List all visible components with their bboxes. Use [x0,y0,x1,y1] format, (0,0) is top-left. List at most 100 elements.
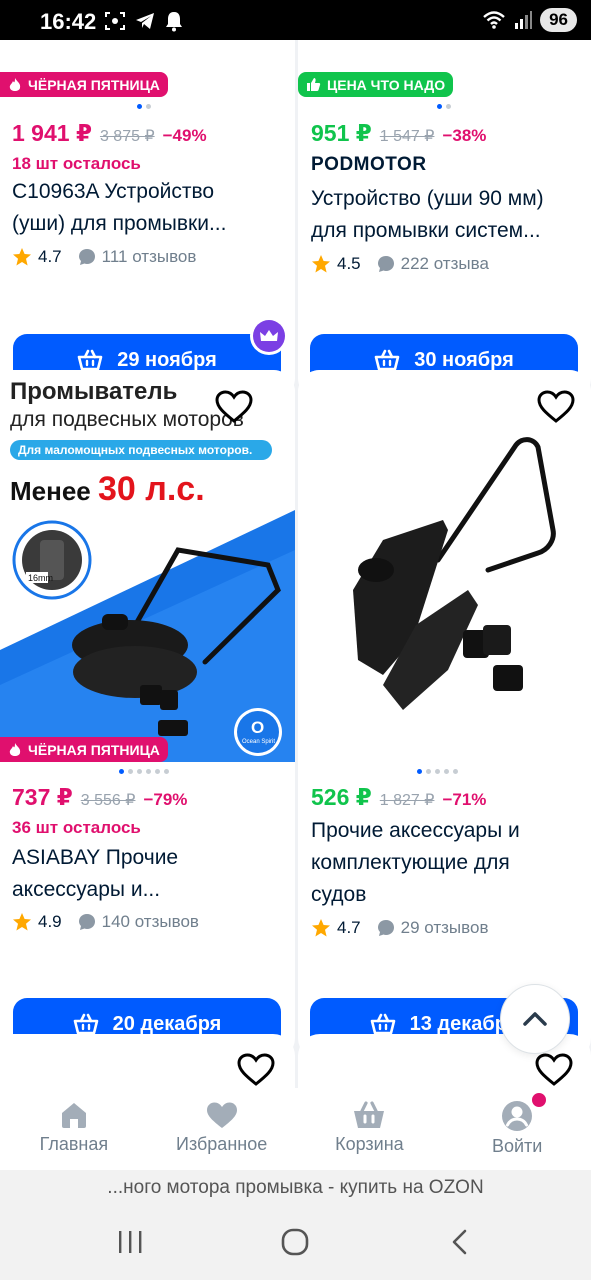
favorite-heart-icon[interactable] [536,387,576,427]
product-title[interactable]: Прочие аксессуары и комплектующие для су… [311,815,520,911]
nav-home[interactable]: Главная [0,1088,148,1170]
price-row: 1 941 ₽ 3 875 ₽ −49% [12,120,207,147]
badge-label: ЧЁРНАЯ ПЯТНИЦА [28,741,160,758]
nav-login[interactable]: Войти [443,1088,591,1170]
comment-icon [377,256,394,272]
price-row: 951 ₽ 1 547 ₽ −38% [311,120,486,147]
delivery-date: 30 ноября [414,348,514,371]
discount-label: −79% [143,790,188,809]
star-icon [312,919,330,937]
premium-crown-badge [250,317,288,355]
rating-row: 4.9 140 отзывов [12,912,199,932]
title-line: C10963A Устройство [12,180,215,203]
discount-label: −49% [162,126,207,145]
title-line: для промывки систем... [311,219,541,242]
image-dots [437,104,451,109]
product-title[interactable]: ASIABAY Прочие аксессуары и... [12,842,178,906]
product-card[interactable] [0,1034,295,1088]
nav-label: Войти [491,1136,543,1156]
star-icon [13,248,31,266]
bottom-navigation: Главная Избранное Корзина Войти [0,1088,591,1170]
product-card[interactable]: Промыватель для подвесных моторов Для ма… [0,370,295,1060]
promo-size: 16mm [28,573,53,583]
promo-subtitle: для подвесных моторов [10,408,244,431]
recent-apps-button[interactable] [115,1228,145,1261]
signal-icon [515,11,533,29]
crown-icon [260,330,278,341]
star-icon [312,255,330,273]
back-icon [452,1229,467,1255]
rating-row: 4.5 222 отзыва [311,254,489,274]
cart-icon [354,1101,385,1128]
product-title[interactable]: Устройство (уши 90 мм) для промывки сист… [311,183,544,247]
old-price: 3 556 ₽ [80,792,136,809]
image-dots [417,769,458,774]
product-title[interactable]: C10963A Устройство (уши) для промывки... [12,176,226,240]
title-line: аксессуары и... [12,878,161,901]
product-card[interactable]: ЧЁРНАЯ ПЯТНИЦА 1 941 ₽ 3 875 ₽ −49% 18 ш… [0,40,295,400]
nav-label: Корзина [335,1134,404,1154]
screenshot-icon [105,12,125,30]
current-price: 737 ₽ [12,784,73,810]
favorite-heart-icon[interactable] [534,1050,574,1088]
promo-power: Менее 30 л.с. [10,470,205,509]
rating-value: 4.9 [38,912,62,931]
promo-graphic: 16mm O Ocean Spirit [0,510,295,762]
cart-icon [77,349,103,371]
status-time: 16:42 [40,9,97,34]
system-navigation [0,1206,591,1280]
heart-icon [206,1102,237,1128]
wifi-icon [483,11,505,29]
nav-cart[interactable]: Корзина [296,1088,444,1170]
star-icon [13,913,31,931]
battery-indicator: 96 [540,8,577,32]
status-bar: 16:42 96 [0,0,591,40]
stock-left: 18 шт осталось [12,154,141,173]
title-line: Устройство (уши 90 мм) [311,187,544,210]
notification-dot [529,1090,550,1110]
recent-apps-icon [119,1231,142,1253]
promo-note: Для маломощных подвесных моторов. [10,440,272,460]
cart-icon [374,349,400,371]
home-button[interactable] [280,1228,310,1261]
reviews-count: 140 отзывов [101,912,199,931]
fire-icon [9,77,21,91]
chevron-up-icon [523,1012,547,1026]
rating-row: 4.7 29 отзывов [311,918,488,938]
stock-left: 36 шт осталось [12,818,141,837]
back-button[interactable] [446,1228,474,1261]
current-price: 1 941 ₽ [12,120,92,146]
product-feed[interactable]: ЧЁРНАЯ ПЯТНИЦА 1 941 ₽ 3 875 ₽ −49% 18 ш… [0,40,591,1088]
brand-name[interactable]: PODMOTOR [311,154,427,176]
favorite-heart-icon[interactable] [236,1050,276,1088]
promo-logo-text: Ocean Spirit [242,739,275,745]
url-bar[interactable]: ...ного мотора промывка - купить на OZON [0,1170,591,1206]
image-dots [119,769,169,774]
title-line: Прочие аксессуары и [311,819,520,842]
delivery-date: 29 ноября [117,348,217,371]
black-friday-badge: ЧЁРНАЯ ПЯТНИЦА [0,737,168,762]
product-image[interactable] [298,370,591,762]
product-card[interactable]: ЦЕНА ЧТО НАДО 951 ₽ 1 547 ₽ −38% PODMOTO… [298,40,591,400]
discount-label: −71% [442,790,487,809]
favorite-heart-icon[interactable] [214,387,254,427]
url-text: ...ного мотора промывка - купить на OZON [107,1177,484,1198]
badge-label: ЦЕНА ЧТО НАДО [327,76,446,93]
reviews-count: 29 отзывов [400,918,489,937]
promo-power-prefix: Менее [10,476,91,506]
cart-icon [370,1013,395,1035]
scroll-to-top-button[interactable] [500,984,570,1054]
delivery-date: 20 декабря [112,1012,222,1035]
good-price-badge: ЦЕНА ЧТО НАДО [298,72,454,97]
badge-label: ЧЁРНАЯ ПЯТНИЦА [28,76,160,93]
product-image[interactable]: Промыватель для подвесных моторов Для ма… [0,370,295,762]
title-line: судов [311,883,367,906]
nav-favorites[interactable]: Избранное [148,1088,296,1170]
product-card[interactable]: 526 ₽ 1 827 ₽ −71% Прочие аксессуары и к… [298,370,591,1060]
product-photo [353,437,556,710]
nav-label: Главная [39,1134,109,1154]
rating-value: 4.7 [38,247,62,266]
current-price: 526 ₽ [311,784,372,810]
home-circle-icon [281,1228,309,1256]
promo-power-value: 30 л.с. [97,470,205,508]
